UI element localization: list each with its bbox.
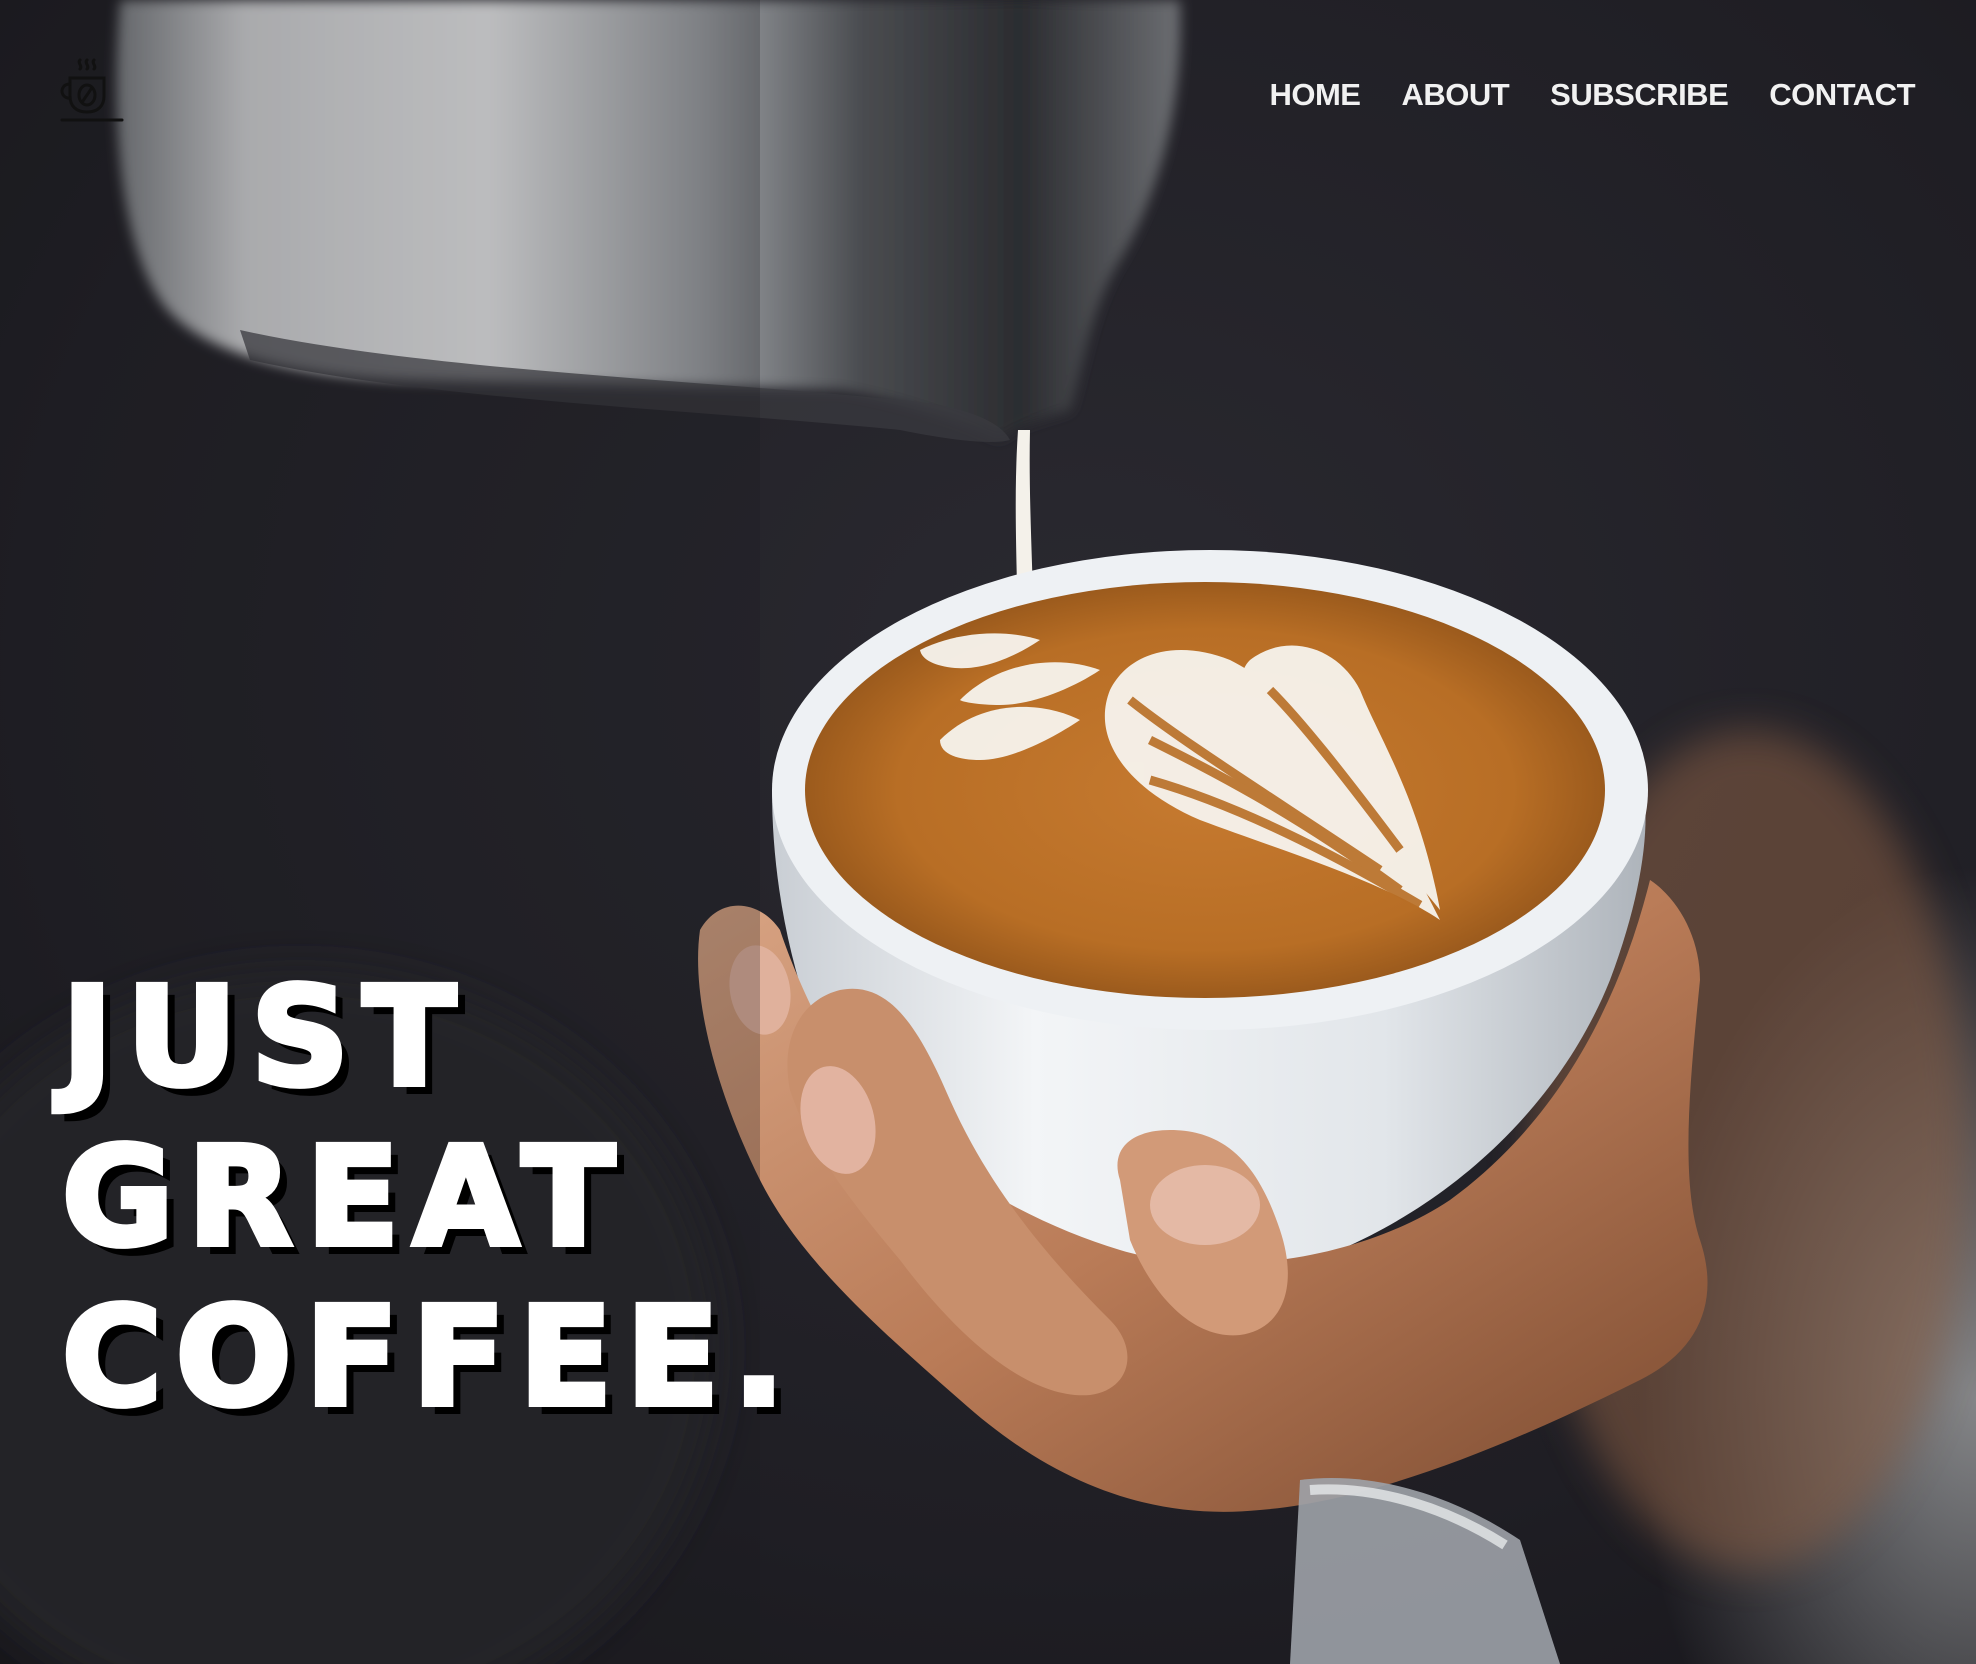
nav-contact-link[interactable]: CONTACT	[1769, 74, 1915, 116]
main-navigation: HOME ABOUT SUBSCRIBE CONTACT	[1269, 74, 1915, 116]
landing-page: HOME ABOUT SUBSCRIBE CONTACT JUST GREAT …	[0, 0, 1976, 1664]
hero-headline: JUST GREAT COFFEE.	[59, 956, 799, 1440]
nav-about-link[interactable]: ABOUT	[1401, 74, 1509, 116]
headline-line-3: COFFEE.	[59, 1276, 799, 1440]
headline-line-2: GREAT	[59, 1116, 629, 1280]
nav-home-link[interactable]: HOME	[1269, 74, 1361, 116]
coffee-cup-icon[interactable]	[56, 54, 126, 126]
nav-subscribe-link[interactable]: SUBSCRIBE	[1550, 74, 1729, 116]
headline-line-1: JUST	[59, 956, 470, 1120]
